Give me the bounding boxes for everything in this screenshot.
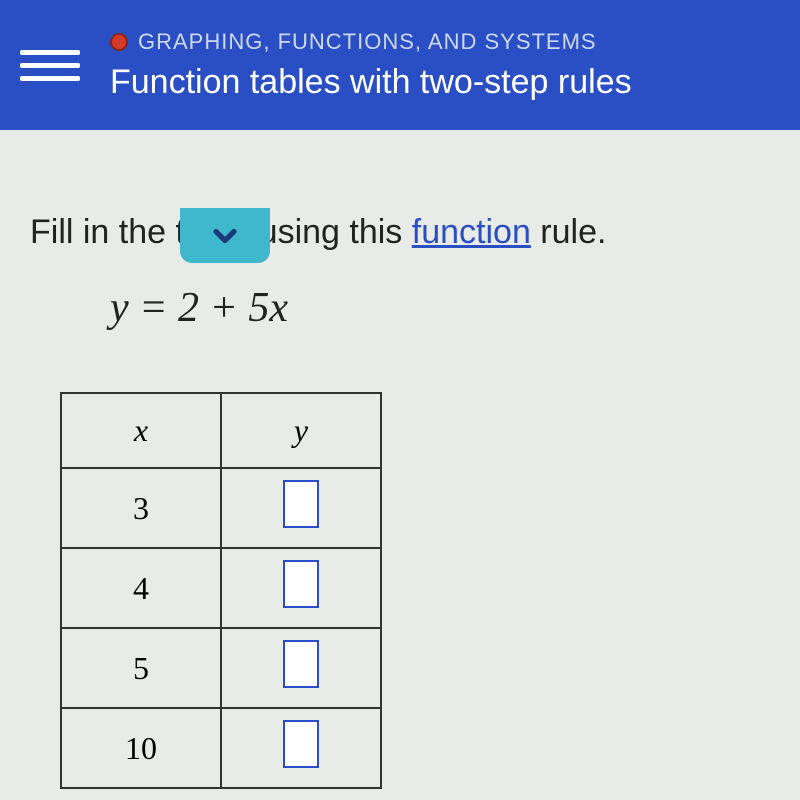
content-area: Fill in the table using this function ru…: [0, 210, 800, 789]
answer-input[interactable]: [283, 560, 319, 608]
answer-input[interactable]: [283, 720, 319, 768]
equation: y = 2 + 5x: [110, 284, 770, 332]
table-header-x: x: [61, 393, 221, 468]
x-cell: 10: [61, 708, 221, 788]
expand-tab[interactable]: [180, 208, 270, 263]
instruction-text: Fill in the table using this function ru…: [30, 210, 770, 254]
table-row: 5: [61, 628, 381, 708]
answer-input[interactable]: [283, 480, 319, 528]
function-link[interactable]: function: [412, 213, 531, 251]
page-header: GRAPHING, FUNCTIONS, AND SYSTEMS Functio…: [0, 0, 800, 130]
y-cell: [221, 708, 381, 788]
table-row: 10: [61, 708, 381, 788]
breadcrumb: GRAPHING, FUNCTIONS, AND SYSTEMS: [110, 29, 780, 55]
answer-input[interactable]: [283, 640, 319, 688]
table-row: 3: [61, 468, 381, 548]
table-row: 4: [61, 548, 381, 628]
y-cell: [221, 628, 381, 708]
y-cell: [221, 468, 381, 548]
instruction-suffix: rule.: [531, 213, 607, 251]
menu-icon[interactable]: [20, 40, 80, 90]
chevron-down-icon: [207, 218, 243, 254]
breadcrumb-label: GRAPHING, FUNCTIONS, AND SYSTEMS: [138, 29, 597, 55]
y-cell: [221, 548, 381, 628]
header-text-block: GRAPHING, FUNCTIONS, AND SYSTEMS Functio…: [110, 29, 780, 102]
function-table: x y 3 4 5 10: [60, 392, 382, 789]
status-dot-icon: [110, 33, 128, 51]
x-cell: 3: [61, 468, 221, 548]
page-title: Function tables with two-step rules: [110, 63, 780, 102]
x-cell: 4: [61, 548, 221, 628]
table-header-y: y: [221, 393, 381, 468]
x-cell: 5: [61, 628, 221, 708]
